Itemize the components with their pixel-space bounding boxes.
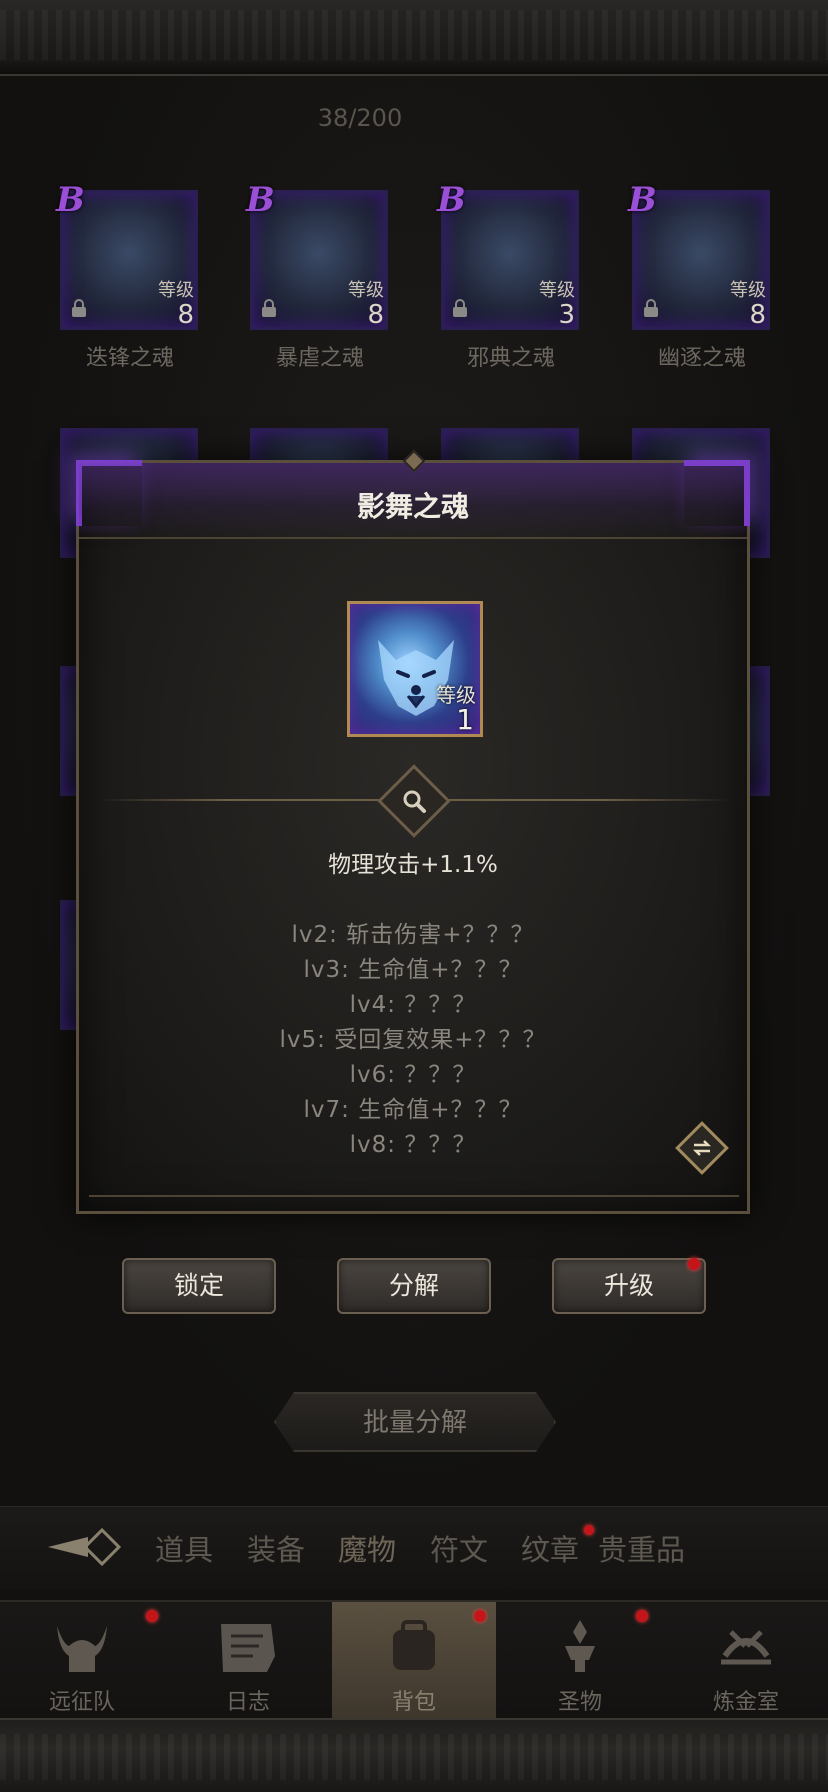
top-border [0, 0, 828, 76]
soul-card[interactable]: B 等级 8 [56, 180, 198, 330]
level-bonus: lv2: 斩击伤害+？？？ [291, 922, 535, 948]
tab-props[interactable]: 道具 [155, 1527, 213, 1569]
dialog-bottom-strip [89, 1195, 739, 1203]
soul-detail-dialog: 影舞之魂 等级 1 物理攻击+1.1% lv2: 斩击伤害+？？？ lv3: 生… [76, 449, 750, 1214]
level-label: 等级 [730, 280, 766, 301]
main-attribute: 物理攻击+1.1% [328, 852, 498, 878]
nav-label: 背包 [391, 1690, 436, 1715]
level-bonus: lv6: ？？？ [349, 1062, 477, 1088]
soul-name: 暴虐之魂 [275, 346, 364, 371]
tab-notification-dot [584, 1525, 594, 1535]
soul-name: 幽逐之魂 [657, 346, 746, 371]
magnifier-icon [403, 790, 426, 813]
tab-monsters[interactable]: 魔物 [338, 1527, 396, 1569]
relic-icon [565, 1620, 595, 1672]
rank-badge: B [56, 180, 85, 220]
level-bonus: lv8: ？？？ [349, 1132, 477, 1158]
level-value: 3 [558, 300, 575, 330]
nav-notification-dot [146, 1610, 158, 1622]
lock-button[interactable]: 锁定 [122, 1258, 276, 1314]
soul-name: 邪典之魂 [466, 346, 555, 371]
batch-decompose-button[interactable]: 批量分解 [274, 1392, 556, 1452]
nav-journal[interactable]: 日志 [166, 1602, 330, 1720]
level-bonus: lv7: 生命值+？？？ [303, 1097, 523, 1123]
nav-expedition[interactable]: 远征队 [0, 1602, 164, 1720]
rank-badge: B [246, 180, 275, 220]
level-label: 等级 [158, 280, 194, 301]
level-bonus: lv5: 受回复效果+？？？ [279, 1027, 547, 1053]
soul-card[interactable]: B 等级 3 [437, 180, 579, 330]
tab-equipment[interactable]: 装备 [247, 1527, 305, 1569]
alchemy-icon [721, 1630, 771, 1665]
nav-label: 日志 [225, 1690, 270, 1715]
rank-badge: B [437, 180, 466, 220]
level-label: 等级 [539, 280, 575, 301]
tab-valuables[interactable]: 贵重品 [598, 1527, 685, 1569]
level-value: 8 [177, 300, 194, 330]
nav-notification-dot [474, 1610, 486, 1622]
upgrade-notification-dot [688, 1258, 700, 1270]
level-value: 1 [456, 703, 474, 736]
lock-icon [262, 299, 276, 317]
viking-helmet-icon [57, 1626, 107, 1672]
lock-icon [72, 299, 86, 317]
nav-notification-dot [636, 1610, 648, 1622]
soul-card[interactable]: B 等级 8 [628, 180, 770, 330]
upgrade-button[interactable]: 升级 [552, 1258, 706, 1314]
lock-icon [453, 299, 467, 317]
level-value: 8 [749, 300, 766, 330]
preview-button[interactable] [377, 764, 451, 838]
soul-name: 迭锋之魂 [85, 346, 174, 371]
lock-icon [644, 299, 658, 317]
level-bonus-list: lv2: 斩击伤害+？？？ lv3: 生命值+？？？ lv4: ？？？ lv5:… [79, 915, 747, 1160]
decompose-button[interactable]: 分解 [337, 1258, 491, 1314]
rank-badge: B [628, 180, 657, 220]
nav-backpack[interactable]: 背包 [332, 1602, 496, 1720]
backpack-icon [393, 1620, 435, 1670]
nav-alchemy[interactable]: 炼金室 [664, 1602, 828, 1720]
level-value: 8 [367, 300, 384, 330]
nav-label: 炼金室 [712, 1690, 779, 1715]
inventory-capacity: 38/200 [317, 104, 403, 132]
tab-runes[interactable]: 符文 [430, 1527, 488, 1569]
level-label: 等级 [348, 280, 384, 301]
category-tabs: 道具 装备 魔物 符文 纹章 贵重品 [0, 1506, 828, 1590]
back-arrow-icon[interactable] [44, 1527, 124, 1567]
soul-item-portrait: 等级 1 [347, 601, 483, 737]
level-bonus: lv3: 生命值+？？？ [303, 957, 523, 983]
tab-emblems[interactable]: 纹章 [521, 1527, 579, 1569]
dialog-title: 影舞之魂 [356, 490, 469, 523]
bottom-border [0, 1718, 828, 1792]
nav-label: 远征队 [48, 1690, 115, 1715]
scroll-icon [221, 1624, 275, 1672]
level-bonus: lv4: ？？？ [349, 992, 477, 1018]
soul-card[interactable]: B 等级 8 [246, 180, 388, 330]
nav-label: 圣物 [557, 1690, 602, 1715]
swap-arrows-icon [692, 1140, 712, 1156]
